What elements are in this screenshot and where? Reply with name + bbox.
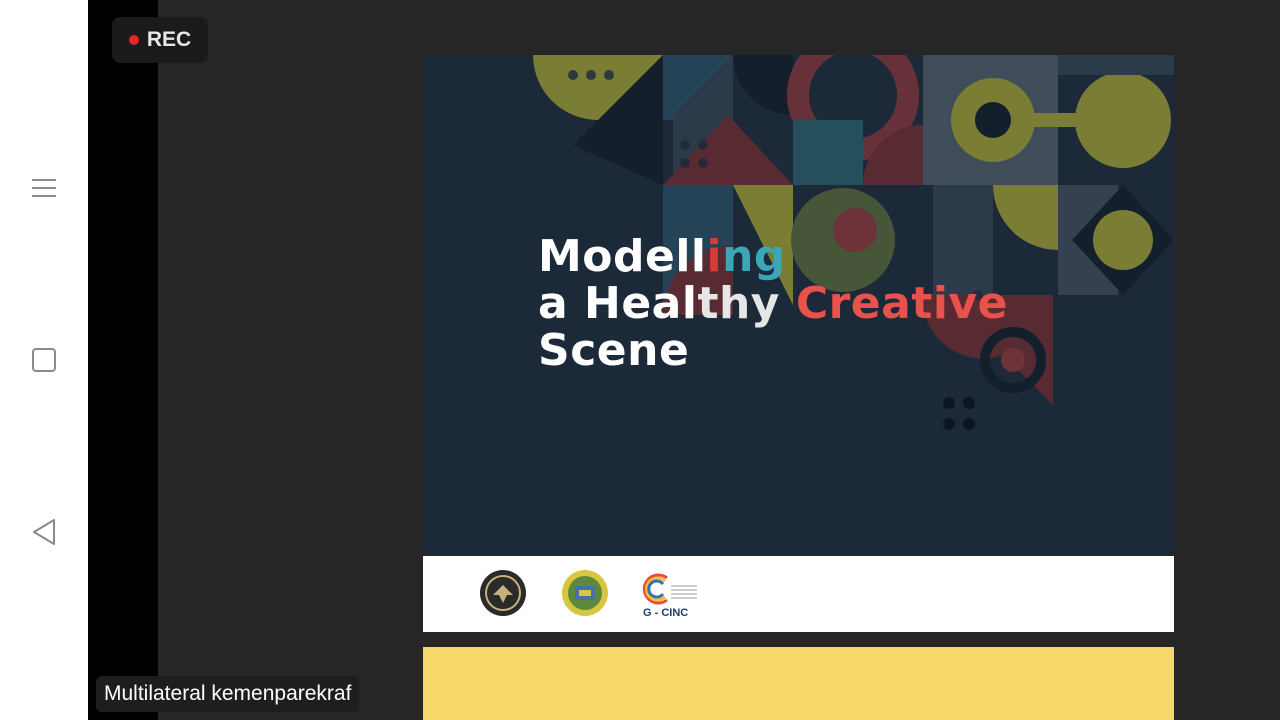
home-button[interactable] xyxy=(22,338,66,382)
government-seal-logo xyxy=(480,570,526,616)
dot-icon xyxy=(963,397,975,409)
slide-logo-bar: G - CINC xyxy=(423,556,1174,632)
title-word-accent-red: i xyxy=(706,231,723,282)
title-line: Modelling xyxy=(538,233,1008,280)
slide-yellow-panel xyxy=(423,647,1174,720)
title-word: Scene xyxy=(538,325,690,376)
title-word-accent-creative: Creative xyxy=(795,278,1008,329)
square-home-icon xyxy=(32,348,56,372)
g-cinc-logo-text: G - CINC xyxy=(643,607,688,619)
menu-icon xyxy=(32,179,56,197)
recording-dot-icon xyxy=(128,35,139,45)
presentation-slide: Modelling a Healthy Creative Scene xyxy=(423,55,1174,555)
title-word-accent-teal: ng xyxy=(722,231,786,282)
recording-label: REC xyxy=(146,28,192,51)
back-button[interactable] xyxy=(22,510,66,554)
recording-indicator: REC xyxy=(112,17,208,63)
navigation-bar xyxy=(0,0,88,720)
participant-name-caption: Multilateral kemenparekraf xyxy=(96,676,360,712)
g-cinc-logo: G - CINC xyxy=(642,573,697,619)
video-letterbox xyxy=(88,0,158,720)
menu-button[interactable] xyxy=(22,166,66,210)
title-word: Modell xyxy=(538,231,707,282)
dot-icon xyxy=(943,397,955,409)
dot-icon xyxy=(963,418,975,430)
title-word: a Heal xyxy=(538,278,698,329)
title-line: Scene xyxy=(538,327,1008,374)
title-line: a Healthy Creative xyxy=(538,280,1008,327)
institution-crest-logo xyxy=(562,570,608,616)
title-word: thy xyxy=(697,278,796,329)
slide-title: Modelling a Healthy Creative Scene xyxy=(538,233,1008,374)
four-dots-decoration xyxy=(943,397,977,431)
triangle-back-icon xyxy=(33,519,55,545)
dot-icon xyxy=(943,418,955,430)
